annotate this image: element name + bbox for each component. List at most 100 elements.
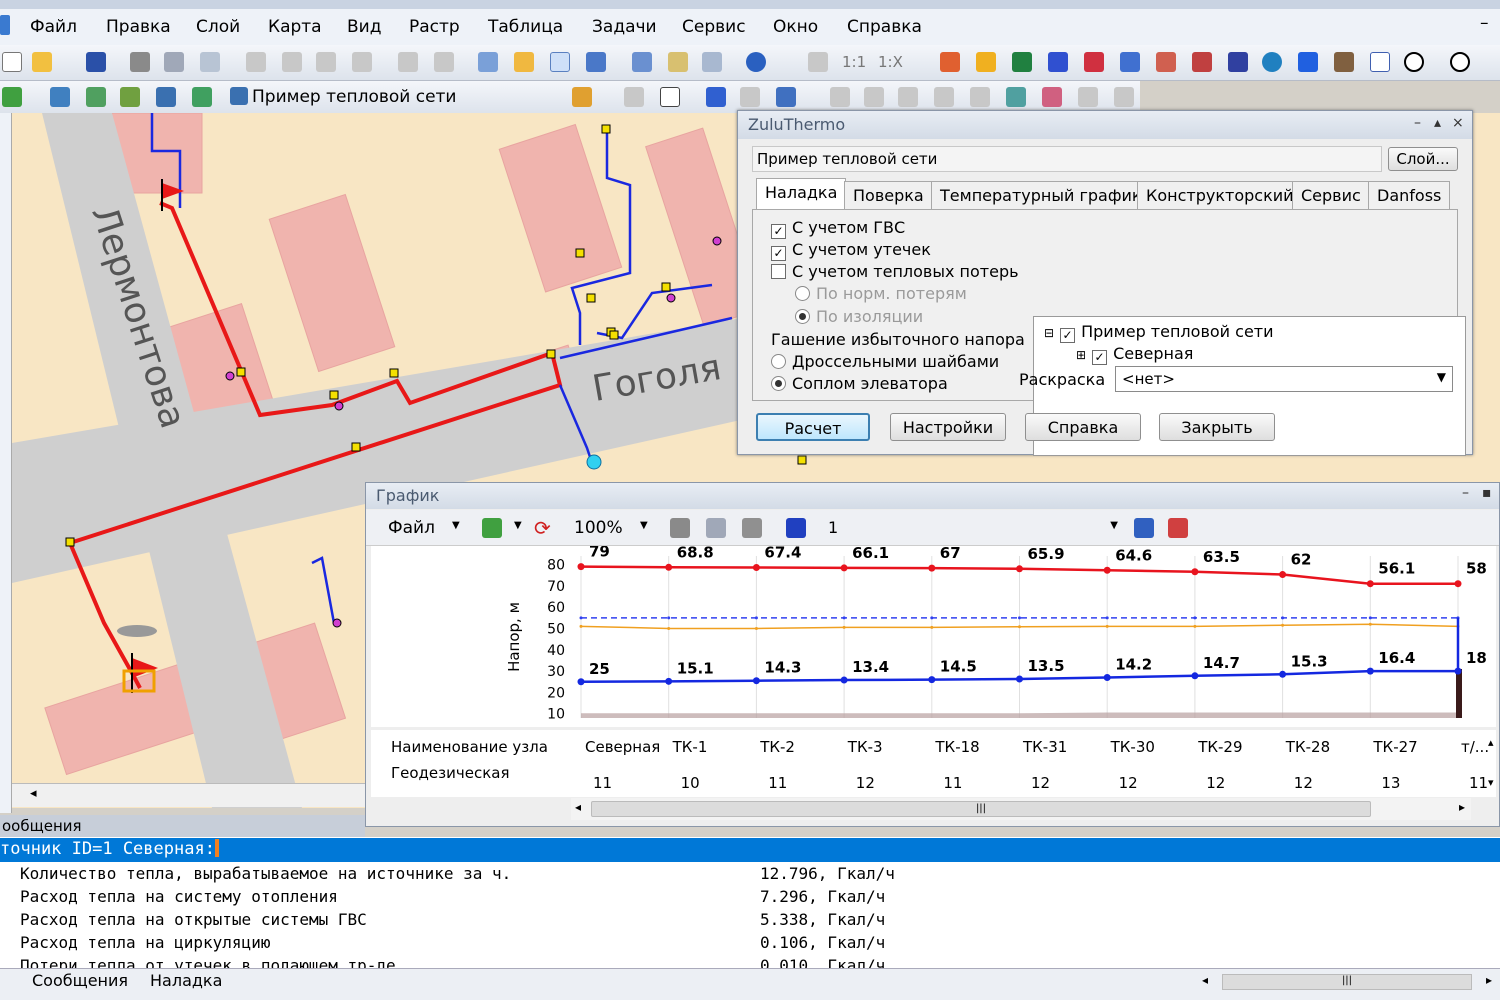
chevron-down-icon[interactable]: ▼ xyxy=(514,520,522,531)
radio-off-icon[interactable] xyxy=(795,286,810,301)
folder-layer-icon[interactable] xyxy=(514,52,534,72)
minimize-icon[interactable]: – xyxy=(1462,485,1469,501)
print-preview-icon[interactable] xyxy=(164,52,184,72)
menu-layer[interactable]: Слой xyxy=(196,17,240,37)
minimize-icon[interactable]: – xyxy=(1480,13,1489,33)
map-horizontal-scrollbar[interactable]: ◂ xyxy=(12,783,367,807)
message-source-line[interactable]: точник ID=1 Северная: xyxy=(0,838,1500,862)
menu-help[interactable]: Справка xyxy=(847,17,922,37)
cut-icon[interactable] xyxy=(246,52,266,72)
graph-horizontal-scrollbar[interactable]: ◂ ||| ▸ xyxy=(571,798,1471,820)
print-icon[interactable] xyxy=(130,52,150,72)
menu-raster[interactable]: Растр xyxy=(409,17,460,37)
scale-one-button[interactable]: 1:1 xyxy=(842,53,866,71)
maximize-icon[interactable]: ▪ xyxy=(1482,485,1492,501)
nozzle-radio[interactable]: Соплом элеватора xyxy=(771,374,948,393)
menu-edit[interactable]: Правка xyxy=(106,17,171,37)
stop-icon[interactable] xyxy=(1450,52,1470,72)
help-icon[interactable] xyxy=(746,52,766,72)
eraser-icon[interactable] xyxy=(624,87,644,107)
rotate-icon[interactable] xyxy=(864,87,884,107)
chevron-down-icon[interactable]: ▼ xyxy=(452,520,460,531)
gvs-checkbox[interactable]: ✓ С учетом ГВС xyxy=(771,218,905,239)
radio-off-icon[interactable] xyxy=(771,354,786,369)
print-icon[interactable] xyxy=(670,518,690,538)
tab-constructor[interactable]: Конструкторский xyxy=(1137,181,1303,209)
layer-edit-icon[interactable] xyxy=(120,87,140,107)
export-icon[interactable] xyxy=(200,52,220,72)
menu-file[interactable]: Файл xyxy=(30,17,77,37)
flag-icon[interactable] xyxy=(1228,52,1248,72)
pencil-icon[interactable] xyxy=(572,87,592,107)
bottom-scroll-right-icon[interactable]: ▸ xyxy=(1486,973,1492,987)
checkbox-unchecked-icon[interactable] xyxy=(771,264,786,279)
new-file-icon[interactable] xyxy=(2,52,22,72)
undo-icon[interactable] xyxy=(398,52,418,72)
minimize-icon[interactable]: – xyxy=(1414,115,1421,131)
split-icon[interactable] xyxy=(934,87,954,107)
print-setup-icon[interactable] xyxy=(742,518,762,538)
open-folder-icon[interactable] xyxy=(32,52,52,72)
menu-tasks[interactable]: Задачи xyxy=(592,17,657,37)
bottom-scroll-left-icon[interactable]: ◂ xyxy=(1202,973,1208,987)
water-drop-icon[interactable] xyxy=(1298,52,1318,72)
move-icon[interactable] xyxy=(830,87,850,107)
collapse-icon[interactable]: ⊟ xyxy=(1044,326,1054,340)
arrow-right-icon[interactable] xyxy=(740,87,760,107)
layer-list-icon[interactable] xyxy=(50,87,70,107)
scale-x-button[interactable]: 1:X xyxy=(878,53,903,71)
menu-window[interactable]: Окно xyxy=(773,17,818,37)
expand-icon[interactable]: ⊞ xyxy=(1076,348,1086,362)
globe-icon[interactable] xyxy=(1262,52,1282,72)
query-icon[interactable] xyxy=(1120,52,1140,72)
radio-on-icon[interactable] xyxy=(795,309,810,324)
active-layer-name[interactable]: Пример тепловой сети xyxy=(252,87,456,107)
network-tool-icon[interactable] xyxy=(940,52,960,72)
scroll-left-icon[interactable]: ◂ xyxy=(575,800,581,814)
calc-button[interactable]: Расчет xyxy=(756,413,870,441)
checkbox-checked-icon[interactable]: ✓ xyxy=(1060,328,1076,343)
tab-naladka[interactable]: Наладка xyxy=(756,178,847,210)
settings-button[interactable]: Настройки xyxy=(890,413,1006,441)
bottom-scroll-thumb[interactable]: ||| xyxy=(1222,974,1472,990)
connect-icon[interactable] xyxy=(970,87,990,107)
tab-service[interactable]: Сервис xyxy=(1292,181,1370,209)
play-icon[interactable] xyxy=(1404,52,1424,72)
pump-icon[interactable] xyxy=(1334,52,1354,72)
tree-child[interactable]: ⊞ ✓ Северная xyxy=(1076,344,1193,365)
cube-icon[interactable] xyxy=(1006,87,1026,107)
scroll-right-icon[interactable]: ▸ xyxy=(1459,800,1465,814)
select-icon[interactable] xyxy=(776,87,796,107)
form-icon[interactable] xyxy=(702,52,722,72)
palette-icon[interactable] xyxy=(1042,87,1062,107)
copy-icon[interactable] xyxy=(282,52,302,72)
chevron-down-icon[interactable]: ▼ xyxy=(640,520,648,531)
add-layer-icon[interactable] xyxy=(2,87,22,107)
graph-file-menu[interactable]: Файл xyxy=(388,518,435,538)
chart-icon[interactable] xyxy=(1370,52,1390,72)
close-button[interactable]: Закрыть xyxy=(1159,413,1275,441)
checkbox-checked-icon[interactable]: ✓ xyxy=(771,224,786,239)
scroll-thumb[interactable]: ||| xyxy=(591,801,1371,817)
dialog-title-bar[interactable]: ZuluThermo – ▴ × xyxy=(738,111,1472,139)
menu-service[interactable]: Сервис xyxy=(682,17,746,37)
refresh-icon[interactable] xyxy=(482,518,502,538)
pipe-tool-icon[interactable] xyxy=(976,52,996,72)
save-icon[interactable] xyxy=(86,52,106,72)
tab-danfoss[interactable]: Danfoss xyxy=(1368,181,1451,209)
radio-on-icon[interactable] xyxy=(771,376,786,391)
scroll-left-icon[interactable]: ◂ xyxy=(30,786,37,801)
table-scroll-up-icon[interactable]: ▴ xyxy=(1488,736,1494,749)
info-icon[interactable] xyxy=(660,87,680,107)
insulation-radio[interactable]: По изоляции xyxy=(795,307,923,326)
layers-icon[interactable] xyxy=(1084,52,1104,72)
paste-icon[interactable] xyxy=(316,52,336,72)
tab-messages[interactable]: Сообщения xyxy=(32,971,128,990)
list-icon[interactable] xyxy=(550,52,570,72)
scale-icon[interactable] xyxy=(898,87,918,107)
export-icon[interactable] xyxy=(1134,518,1154,538)
menu-table[interactable]: Таблица xyxy=(488,17,563,37)
layer-window-icon[interactable] xyxy=(156,87,176,107)
tab-temp-graph[interactable]: Температурный график xyxy=(931,181,1151,209)
tab-poverka[interactable]: Поверка xyxy=(844,181,933,209)
